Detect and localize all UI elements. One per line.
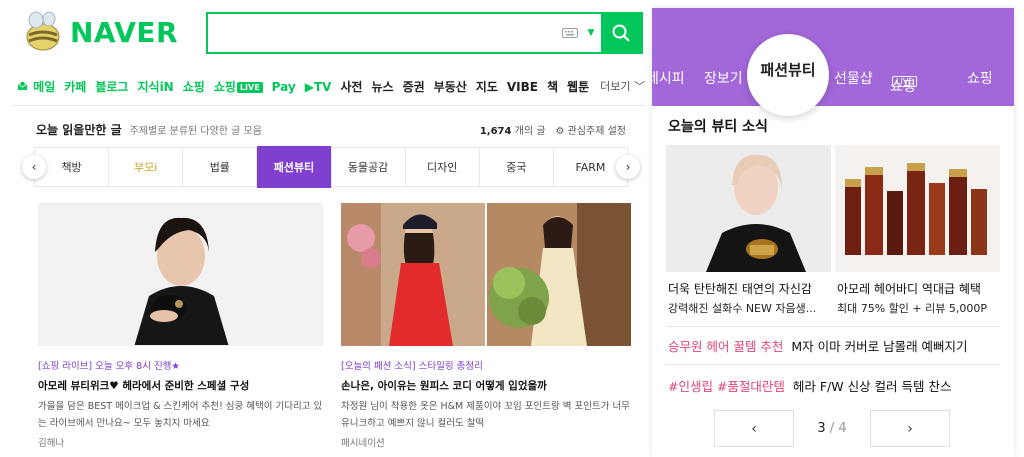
service-link[interactable]: VIBE: [507, 80, 538, 94]
topic-tab[interactable]: 패션뷰티: [257, 146, 332, 188]
topic-tab[interactable]: 책방: [35, 148, 110, 186]
article-card[interactable]: [쇼핑 라이브] 오늘 오후 8시 진행★ 아모레 뷰티위크♥ 헤라에서 준비한…: [38, 203, 323, 449]
service-menu: 메일 카페 블로그 지식iN 쇼핑 쇼핑 LIVE Pay ▶TV 사전 뉴스 증권 부동산 지도 VIBE…: [18, 72, 645, 100]
naver-logo[interactable]: NAVER: [24, 8, 178, 56]
beauty-news-images: [666, 145, 1000, 272]
service-link[interactable]: 카페: [64, 80, 86, 94]
shopping-nav-bar: 레시피 장보기 선물샵 쇼핑 LIVE 쇼핑 패션뷰티: [652, 8, 1014, 116]
service-link[interactable]: 부동산: [434, 80, 467, 94]
next-page-button[interactable]: ›: [870, 410, 950, 447]
service-link[interactable]: 블로그: [95, 80, 128, 94]
service-link[interactable]: 지식iN: [137, 80, 173, 94]
section-meta: 1,674 개의 글 ⚙ 관심주제 설정: [480, 122, 626, 137]
article-source[interactable]: 패시네이션: [341, 435, 631, 449]
interest-settings-button[interactable]: ⚙ 관심주제 설정: [555, 122, 626, 137]
section-title: 오늘 읽을만한 글: [36, 122, 122, 137]
article-source[interactable]: 김해나: [38, 435, 323, 449]
beauty-news-row[interactable]: #인생립 #품절대란템 헤라 F/W 신상 컬러 득템 찬스: [668, 376, 952, 395]
shopping-beauty-panel: 레시피 장보기 선물샵 쇼핑 LIVE 쇼핑 패션뷰티 오늘의 뷰티 소식 더욱…: [652, 8, 1014, 457]
pagination: ‹ 3 / 4 ›: [714, 410, 950, 447]
gear-icon: ⚙: [555, 125, 565, 137]
beauty-caption[interactable]: 더욱 탄탄해진 태연의 자신감 강력해진 설화수 NEW 자음생...: [668, 280, 816, 316]
tabs-prev-button[interactable]: ‹: [22, 155, 46, 179]
search-box: ▼: [206, 12, 643, 54]
divider: [12, 105, 645, 106]
chevron-left-icon: ‹: [751, 420, 757, 437]
chevron-right-icon: ›: [625, 160, 631, 174]
article-description: 가을을 담은 BEST 메이크업 & 스킨케어 추천! 심쿵 혜택이 기다리고 …: [38, 401, 323, 429]
topic-tab[interactable]: 중국: [480, 148, 554, 186]
service-link[interactable]: 쇼핑: [214, 80, 236, 94]
service-link[interactable]: 쇼핑: [183, 80, 205, 94]
nav-item-grocery[interactable]: 장보기: [704, 68, 743, 88]
section-subtitle: 주제별로 분류된 다양한 글 모음: [129, 125, 262, 137]
nav-item-recipe[interactable]: 레시피: [652, 68, 685, 88]
beauty-news-title: 오늘의 뷰티 소식: [668, 119, 768, 135]
chevron-right-icon: ›: [907, 420, 913, 437]
live-badge: LIVE: [892, 76, 918, 87]
naver-main-panel: NAVER ▼ 메일 카페 블로그 지식iN 쇼핑 쇼핑 LIVE Pay ▶TV 사전 뉴스 증권 부…: [0, 0, 645, 457]
prev-page-button[interactable]: ‹: [714, 410, 794, 447]
service-link[interactable]: Pay: [272, 80, 296, 94]
topic-tabs: ‹ 책방 부모i 법률 패션뷰티 동물공감 디자인 중국 FARM ›: [22, 145, 640, 188]
service-link[interactable]: 메일: [33, 80, 55, 94]
beauty-thumbnail[interactable]: [835, 145, 1000, 272]
topic-tab[interactable]: 디자인: [406, 148, 480, 186]
article-tag: [쇼핑 라이브] 오늘 오후 8시 진행★: [38, 361, 180, 372]
shopping-nav: 레시피 장보기 선물샵 쇼핑 LIVE 쇼핑: [652, 60, 1014, 95]
nav-item-fashion-beauty-active[interactable]: 패션뷰티: [747, 34, 829, 116]
bee-mascot-icon: [26, 11, 60, 51]
chevron-left-icon: ‹: [31, 160, 37, 174]
beauty-news-row[interactable]: 승무원 헤어 꿀템 추천 M자 이마 커버로 남몰래 예뻐지기: [668, 336, 968, 355]
autocomplete-toggle-icon[interactable]: ▼: [581, 14, 601, 52]
article-tag: [오늘의 패션 소식] 스타일링 총정리: [341, 361, 483, 372]
tabs-next-button[interactable]: ›: [616, 155, 640, 179]
article-title[interactable]: 아모레 뷰티위크♥ 헤라에서 준비한 스페셜 구성: [38, 378, 323, 393]
search-input[interactable]: [208, 14, 559, 52]
beauty-thumbnail[interactable]: [666, 145, 831, 272]
live-badge: LIVE: [236, 81, 263, 93]
service-link[interactable]: 지도: [476, 80, 498, 94]
service-link[interactable]: ▶TV: [305, 80, 332, 94]
search-button[interactable]: [601, 14, 641, 52]
article-thumbnail[interactable]: [38, 203, 323, 346]
search-icon: [612, 24, 630, 42]
service-link[interactable]: 증권: [403, 80, 425, 94]
section-header: 오늘 읽을만한 글 주제별로 분류된 다양한 글 모음 1,674 개의 글 ⚙…: [36, 120, 626, 138]
article-description: 차정원 님이 착용한 옷은 H&M 제품이야 꼬임 포인트랑 벽 포인트가 너무…: [341, 401, 630, 429]
mail-icon: [18, 81, 28, 91]
article-title[interactable]: 손나은, 아이유는 원피스 코디 어떻게 입었을까: [341, 378, 631, 393]
page-indicator: 3 / 4: [817, 421, 847, 436]
topic-tab[interactable]: 동물공감: [332, 148, 406, 186]
beauty-caption[interactable]: 아모레 헤어바디 역대급 혜택 최대 75% 할인 + 리뷰 5,000P: [837, 280, 987, 316]
service-link[interactable]: 사전: [340, 80, 362, 94]
nav-item-gift-shop[interactable]: 선물샵: [834, 68, 873, 88]
divider: [666, 326, 1000, 327]
service-list: 메일 카페 블로그 지식iN 쇼핑 쇼핑 LIVE Pay ▶TV 사전 뉴스 증권 부동산 지도 VIBE…: [33, 78, 598, 95]
logo-wordmark: NAVER: [70, 15, 179, 49]
article-count: 1,674 개의 글: [479, 125, 546, 137]
keyboard-icon[interactable]: [559, 14, 581, 52]
nav-item-shopping[interactable]: 쇼핑: [967, 68, 993, 88]
service-link[interactable]: 뉴스: [371, 80, 393, 94]
divider: [666, 364, 1000, 365]
service-link[interactable]: 책: [547, 80, 558, 94]
more-services-button[interactable]: 더보기 ﹀: [600, 78, 645, 94]
topic-tab-list: 책방 부모i 법률 패션뷰티 동물공감 디자인 중국 FARM: [34, 146, 628, 188]
topic-tab[interactable]: 법률: [183, 148, 258, 186]
topic-tab[interactable]: 부모i: [109, 148, 184, 186]
article-thumbnail[interactable]: [341, 203, 631, 346]
article-card[interactable]: [오늘의 패션 소식] 스타일링 총정리 손나은, 아이유는 원피스 코디 어떻…: [341, 203, 631, 449]
service-link[interactable]: 웹툰: [567, 80, 589, 94]
